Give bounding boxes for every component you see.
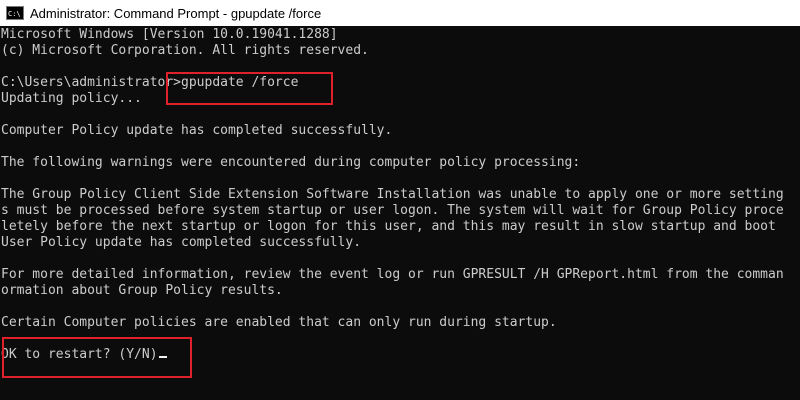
cmd-icon-label: C:\ [8, 10, 21, 18]
console-line-info-2: ormation about Group Policy results. [1, 283, 283, 298]
window-title: Administrator: Command Prompt - gpupdate… [30, 5, 322, 21]
command-prompt-window: C:\ Administrator: Command Prompt - gpup… [0, 0, 800, 400]
console-line-updating: Updating policy... [1, 91, 142, 106]
console-line-info-1: For more detailed information, review th… [1, 267, 784, 282]
console-line-version: Microsoft Windows [Version 10.0.19041.12… [1, 27, 338, 42]
command-highlight-box [166, 72, 333, 105]
console-line-warning-1: The Group Policy Client Side Extension S… [1, 187, 784, 202]
console-line-warnings: The following warnings were encountered … [1, 155, 581, 170]
console-line-user-policy: User Policy update has completed success… [1, 235, 362, 250]
console-line-computer-policy: Computer Policy update has completed suc… [1, 123, 393, 138]
restart-prompt-highlight-box [2, 337, 192, 378]
title-bar[interactable]: C:\ Administrator: Command Prompt - gpup… [0, 0, 800, 26]
console-line-warning-3: letely before the next startup or logon … [1, 219, 776, 234]
console-line-startup: Certain Computer policies are enabled th… [1, 315, 557, 330]
console-line-warning-2: s must be processed before system startu… [1, 203, 784, 218]
cmd-icon: C:\ [6, 6, 24, 20]
console-line-copyright: (c) Microsoft Corporation. All rights re… [1, 43, 369, 58]
